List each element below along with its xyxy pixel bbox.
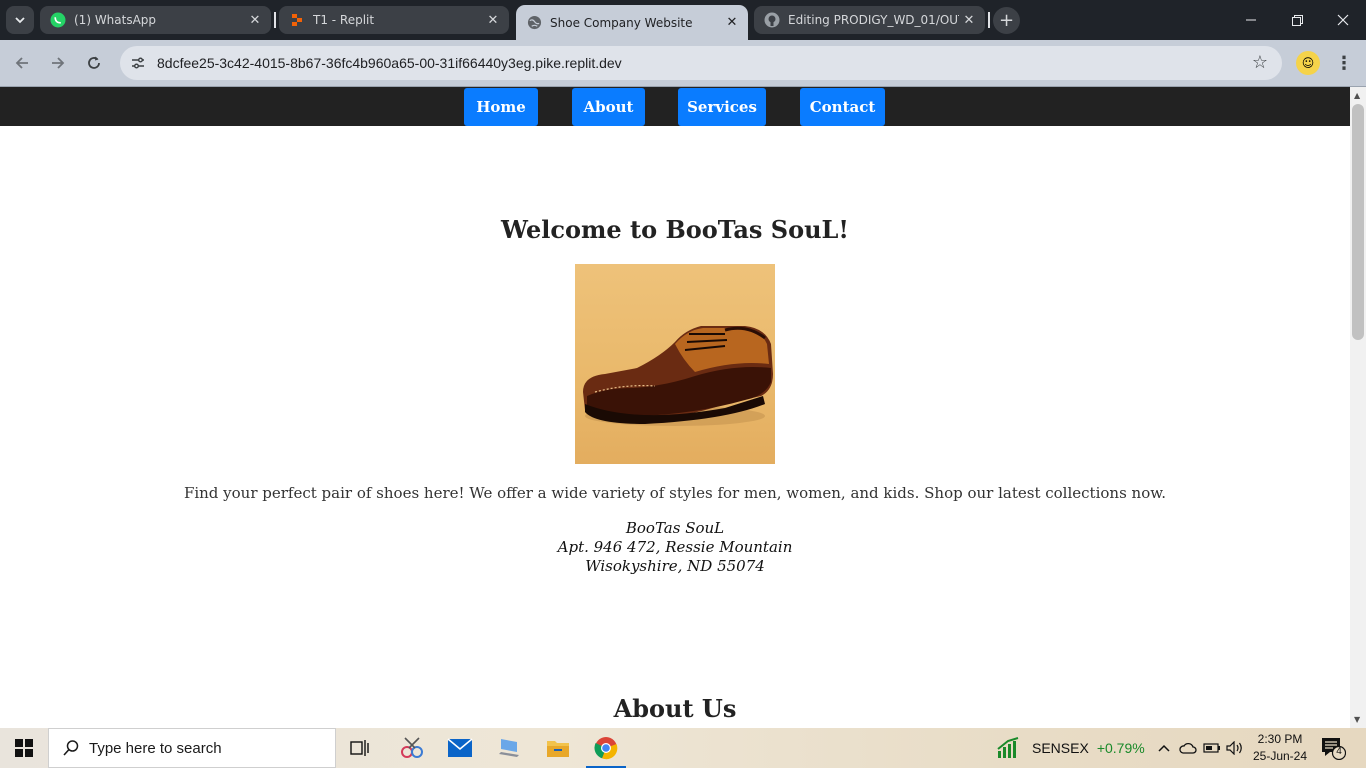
- address-bar[interactable]: 8dcfee25-3c42-4015-8b67-36fc4b960a65-00-…: [120, 46, 1282, 80]
- search-placeholder: Type here to search: [89, 739, 222, 757]
- show-hidden-icons-button[interactable]: [1154, 728, 1174, 768]
- restore-button[interactable]: [1274, 0, 1320, 40]
- shoe-image: [575, 264, 775, 464]
- mail-icon: [447, 738, 473, 757]
- whatsapp-icon: [50, 12, 66, 28]
- arrow-right-icon: [52, 57, 65, 69]
- site-info-icon[interactable]: [126, 51, 150, 75]
- nav-services-button[interactable]: Services: [678, 88, 766, 126]
- taskbar-computer[interactable]: [486, 728, 534, 768]
- globe-icon: [526, 15, 542, 31]
- avatar-icon: ☺: [1301, 56, 1315, 70]
- tab-strip: (1) WhatsApp ✕ T1 - Replit ✕ Shoe Compan…: [0, 0, 1366, 40]
- arrow-left-icon: [15, 57, 28, 69]
- chevron-down-icon: [15, 17, 25, 24]
- about-section-title: About Us: [613, 694, 737, 723]
- new-tab-button[interactable]: +: [993, 7, 1020, 34]
- tab-separator: [988, 12, 990, 28]
- tab-whatsapp[interactable]: (1) WhatsApp ✕: [40, 6, 271, 34]
- clock-time: 2:30 PM: [1257, 732, 1303, 746]
- reload-icon: [88, 56, 100, 69]
- hero-title: Welcome to BooTas SouL!: [501, 215, 849, 244]
- tab-shoe-company[interactable]: Shoe Company Website ✕: [516, 5, 748, 40]
- page-viewport: Home About Services Contact Welcome to B…: [0, 87, 1350, 728]
- taskbar-snipping-tool[interactable]: [388, 728, 436, 768]
- page-scrollbar[interactable]: ▲ ▼: [1350, 87, 1366, 728]
- tab-title: T1 - Replit: [313, 13, 375, 27]
- minimize-button[interactable]: [1228, 0, 1274, 40]
- chrome-icon: [594, 737, 618, 760]
- site-navbar: Home About Services Contact: [0, 87, 1350, 126]
- battery-tray-button[interactable]: [1202, 728, 1222, 768]
- shoe-icon: [583, 326, 773, 426]
- close-icon[interactable]: ✕: [722, 13, 742, 33]
- close-icon[interactable]: ✕: [959, 10, 979, 30]
- task-view-button[interactable]: [336, 728, 384, 768]
- address-line-street: Apt. 946 472, Ressie Mountain: [557, 538, 793, 556]
- start-button[interactable]: [0, 728, 48, 768]
- close-icon: [1337, 14, 1349, 26]
- company-address: BooTas SouL Apt. 946 472, Ressie Mountai…: [0, 519, 1350, 576]
- speaker-icon: [1226, 741, 1242, 755]
- battery-icon: [1203, 743, 1220, 753]
- back-button[interactable]: [8, 49, 36, 77]
- close-icon[interactable]: ✕: [483, 10, 503, 30]
- tab-search-button[interactable]: [6, 6, 34, 34]
- tab-title: Shoe Company Website: [550, 15, 693, 30]
- nav-about-button[interactable]: About: [572, 88, 645, 126]
- replit-icon: [289, 12, 305, 28]
- taskbar-file-explorer[interactable]: [534, 728, 582, 768]
- url-text: 8dcfee25-3c42-4015-8b67-36fc4b960a65-00-…: [157, 55, 622, 71]
- tab-separator: [274, 12, 276, 28]
- folder-icon: [547, 741, 569, 757]
- task-view-icon: [350, 740, 369, 756]
- computer-icon: [499, 739, 519, 757]
- snipping-tool-icon: [401, 737, 423, 758]
- ticker-change: +0.79%: [1096, 740, 1145, 756]
- nav-home-button[interactable]: Home: [464, 88, 538, 126]
- windows-logo-icon: [15, 739, 33, 757]
- scroll-up-arrow-icon[interactable]: ▲: [1354, 91, 1360, 100]
- windows-taskbar: Type here to search SENSEX +0.79% 2:30 P…: [0, 728, 1366, 768]
- clock-date: 25-Jun-24: [1252, 749, 1308, 763]
- tab-replit[interactable]: T1 - Replit ✕: [279, 6, 509, 34]
- stock-ticker[interactable]: SENSEX +0.79%: [996, 728, 1145, 768]
- browser-toolbar: 8dcfee25-3c42-4015-8b67-36fc4b960a65-00-…: [0, 40, 1366, 87]
- tagline-text: Find your perfect pair of shoes here! We…: [183, 484, 1167, 502]
- taskbar-search-box[interactable]: Type here to search: [48, 728, 336, 768]
- close-icon[interactable]: ✕: [245, 10, 265, 30]
- volume-tray-button[interactable]: [1225, 728, 1245, 768]
- restore-icon: [1291, 14, 1303, 26]
- taskbar-mail[interactable]: [436, 728, 484, 768]
- chevron-up-icon: [1158, 744, 1170, 752]
- reload-button[interactable]: [80, 49, 108, 77]
- tab-github[interactable]: Editing PRODIGY_WD_01/OUTP ✕: [754, 6, 985, 34]
- notification-center-button[interactable]: 4: [1320, 736, 1347, 761]
- scroll-thumb[interactable]: [1352, 104, 1364, 340]
- github-icon: [764, 12, 780, 28]
- ticker-name: SENSEX: [1032, 740, 1089, 756]
- taskbar-chrome[interactable]: [582, 728, 630, 768]
- search-icon: [61, 738, 81, 758]
- forward-button[interactable]: [44, 49, 72, 77]
- scroll-down-arrow-icon[interactable]: ▼: [1354, 715, 1360, 724]
- close-window-button[interactable]: [1320, 0, 1366, 40]
- address-line-name: BooTas SouL: [625, 519, 725, 537]
- stock-up-chart-icon: [997, 737, 1019, 758]
- minimize-icon: [1246, 19, 1256, 21]
- tab-title: Editing PRODIGY_WD_01/OUTP: [788, 13, 959, 27]
- bookmark-star-icon[interactable]: ☆: [1252, 52, 1268, 73]
- cloud-icon: [1179, 742, 1197, 754]
- browser-menu-icon[interactable]: ⋮: [1334, 51, 1354, 75]
- notification-count: 4: [1336, 746, 1342, 757]
- system-clock[interactable]: 2:30 PM 25-Jun-24: [1250, 731, 1310, 765]
- tab-title: (1) WhatsApp: [74, 13, 157, 27]
- onedrive-tray-button[interactable]: [1178, 728, 1198, 768]
- profile-avatar[interactable]: ☺: [1296, 51, 1320, 75]
- address-line-city: Wisokyshire, ND 55074: [585, 557, 765, 575]
- nav-contact-button[interactable]: Contact: [800, 88, 885, 126]
